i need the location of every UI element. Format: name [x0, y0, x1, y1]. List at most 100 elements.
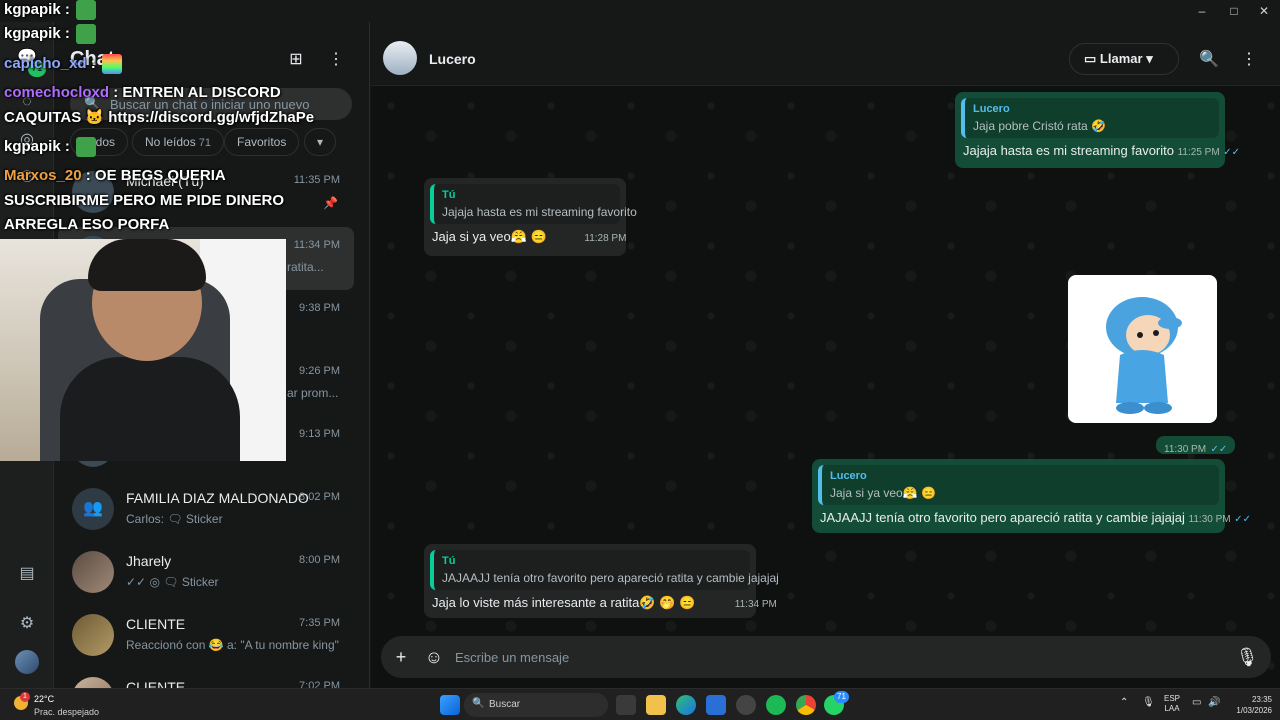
contact-avatar[interactable]	[383, 41, 417, 75]
overlay-text: : OE BEGS QUERIA	[85, 167, 226, 184]
sticker-time: 11:30 PM ✓✓	[1156, 436, 1236, 455]
overlay-text: ARREGLA ESO PORFA	[4, 216, 170, 233]
chat-preview: Reaccionó con 😂 a: "A tu nombre king"	[126, 638, 339, 652]
emote-icon	[76, 24, 97, 44]
chat-name: Jharely	[126, 553, 172, 569]
minimize-button[interactable]: –	[1184, 2, 1220, 20]
quote-author: Lucero	[973, 103, 1010, 115]
chat-time: 8:02 PM	[299, 491, 340, 503]
group-icon: 👥	[83, 500, 103, 517]
streamer-body	[60, 357, 240, 461]
read-receipt-icon: ✓✓	[1234, 514, 1251, 525]
quoted-message[interactable]: Tú Jajaja hasta es mi streaming favorito	[430, 184, 637, 224]
windows-taskbar: 22°C Prac. despejado 🔍 Buscar 71 ⌃ 🎙 ESP…	[0, 688, 1280, 720]
chat-name: FAMILIA DIAZ MALDONADO	[126, 490, 309, 506]
spotify-icon[interactable]	[766, 695, 786, 715]
conversation-header: Lucero ▭ Llamar ▾ 🔍 ⋮	[371, 22, 1280, 86]
quote-author: Lucero	[830, 470, 867, 482]
quoted-message[interactable]: Lucero Jaja pobre Cristó rata 🤣	[961, 98, 1219, 138]
pocoyo-sticker[interactable]	[1068, 275, 1217, 423]
close-button[interactable]: ✕	[1246, 2, 1280, 20]
emote-icon	[101, 54, 122, 74]
message-text: Jaja si ya veo😤 😑 11:28 PM	[430, 229, 626, 245]
message-body: Jaja si ya veo😤 😑	[432, 229, 547, 244]
chat-time: 9:26 PM	[299, 365, 340, 377]
chat-item[interactable]: 👥 FAMILIA DIAZ MALDONADO 8:02 PM Carlos:…	[58, 479, 354, 542]
volume-icon[interactable]: 🔊	[1208, 697, 1220, 708]
avatar	[72, 551, 114, 593]
chat-preview: ar prom...	[287, 386, 339, 400]
overlay-line: SUSCRIBIRME PERO ME PIDE DINERO	[4, 192, 284, 209]
quote-text: Jaja pobre Cristó rata 🤣	[973, 119, 1106, 133]
overlay-text: : ENTREN AL DISCORD	[113, 84, 281, 101]
emote-icon	[76, 0, 97, 20]
chat-time: 9:13 PM	[299, 428, 340, 440]
tray-chevron-icon[interactable]: ⌃	[1120, 697, 1128, 708]
message-input[interactable]	[455, 647, 1155, 667]
message-bubble-out[interactable]: Lucero Jaja pobre Cristó rata 🤣 Jajaja h…	[955, 92, 1240, 168]
overlay-text: CAQUITAS 🐱 https://discord.gg/wfjdZhaPe	[4, 109, 315, 126]
emoji-sticker-icon[interactable]: ☺	[422, 645, 446, 669]
overlay-line: CAQUITAS 🐱 https://discord.gg/wfjdZhaPe	[4, 108, 314, 126]
mic-tray-icon[interactable]: 🎙	[1142, 697, 1155, 708]
chat-time: 7:35 PM	[299, 617, 340, 629]
conversation-panel: Lucero ▭ Llamar ▾ 🔍 ⋮ Lucero Jaja pobre …	[371, 22, 1280, 688]
obs-icon[interactable]	[736, 695, 756, 715]
message-bubble-in[interactable]: Tú Jajaja hasta es mi streaming favorito…	[424, 178, 637, 256]
quoted-message[interactable]: Lucero Jaja si ya veo😤 😑	[818, 465, 1219, 505]
message-bubble-out[interactable]: Lucero Jaja si ya veo😤 😑 JAJAAJJ tenía o…	[812, 459, 1251, 533]
clock-time: 23:35	[1251, 695, 1272, 704]
media-icon[interactable]: ▤	[15, 562, 39, 586]
start-icon[interactable]	[440, 695, 460, 715]
message-text: Jaja lo viste más interesante a ratita🤣 …	[430, 595, 777, 611]
streamer-hair	[88, 239, 206, 291]
overlay-line: ARREGLA ESO PORFA	[4, 216, 169, 233]
chat-item[interactable]: CLIENTE 7:02 PM	[58, 668, 354, 688]
settings-icon[interactable]: ⚙	[15, 612, 39, 636]
avatar	[72, 677, 114, 688]
quote-text: Jaja si ya veo😤 😑	[830, 486, 936, 500]
store-icon[interactable]	[706, 695, 726, 715]
chat-name: CLIENTE	[126, 679, 186, 688]
overlay-text: :	[64, 0, 70, 18]
search-icon[interactable]: 🔍	[1197, 48, 1221, 72]
microphone-icon[interactable]: 🎙	[1235, 645, 1259, 669]
chat-name: CLIENTE	[126, 616, 186, 632]
chat-preview: Carlos: 🗨 Sticker	[126, 512, 223, 526]
temperature: 22°C	[34, 694, 55, 704]
message-body: JAJAAJJ tenía otro favorito pero apareci…	[820, 510, 1185, 525]
group-avatar: 👥	[72, 488, 114, 530]
network-icon[interactable]: ▭	[1192, 697, 1201, 708]
attach-plus-icon[interactable]: +	[389, 645, 413, 669]
quote-author: Tú	[442, 555, 456, 567]
menu-icon[interactable]: ⋮	[1237, 48, 1261, 72]
chrome-icon[interactable]	[796, 695, 816, 715]
chevron-down-icon: ▾	[1146, 51, 1153, 66]
quoted-message[interactable]: Tú JAJAAJJ tenía otro favorito pero apar…	[430, 550, 779, 590]
message-time: 11:30 PM	[1164, 444, 1207, 455]
chat-item[interactable]: CLIENTE 7:35 PM Reaccionó con 😂 a: "A tu…	[58, 605, 354, 668]
contact-name[interactable]: Lucero	[429, 51, 476, 67]
language-indicator[interactable]: ESP LAA	[1164, 694, 1180, 714]
file-explorer-icon[interactable]	[646, 695, 666, 715]
search-label: Buscar	[489, 699, 521, 710]
video-icon: ▭	[1084, 51, 1097, 66]
message-time: 11:30 PM	[1188, 514, 1231, 525]
chat-item[interactable]: Jharely 8:00 PM ✓✓ ◎ 🗨 Sticker	[58, 542, 354, 605]
overlay-text: :	[90, 54, 96, 72]
lang-bottom: LAA	[1164, 704, 1180, 713]
taskbar-search[interactable]: 🔍 Buscar	[464, 693, 608, 717]
message-bubble-in[interactable]: Tú JAJAAJJ tenía otro favorito pero apar…	[424, 544, 779, 618]
emote-icon	[76, 137, 97, 157]
overlay-text: :	[64, 137, 70, 155]
profile-avatar[interactable]	[15, 650, 39, 674]
edge-icon[interactable]	[676, 695, 696, 715]
call-button[interactable]: ▭ Llamar ▾	[1069, 43, 1179, 75]
overlay-username: comechocloxd	[4, 84, 110, 101]
task-view-icon[interactable]	[616, 695, 636, 715]
whatsapp-window: – □ ✕ 💬 71 ◌ ◎ ⚇ ▤ ⚙ Chat ⊞ ⋮ 🔍 Todos No…	[0, 0, 1280, 688]
quote-text: Jajaja hasta es mi streaming favorito	[442, 205, 637, 219]
read-receipt-icon: ✓✓	[1223, 147, 1241, 158]
overlay-text: SUSCRIBIRME PERO ME PIDE DINERO	[4, 192, 285, 209]
clock[interactable]: 23:35 1/03/2026	[1222, 694, 1272, 716]
